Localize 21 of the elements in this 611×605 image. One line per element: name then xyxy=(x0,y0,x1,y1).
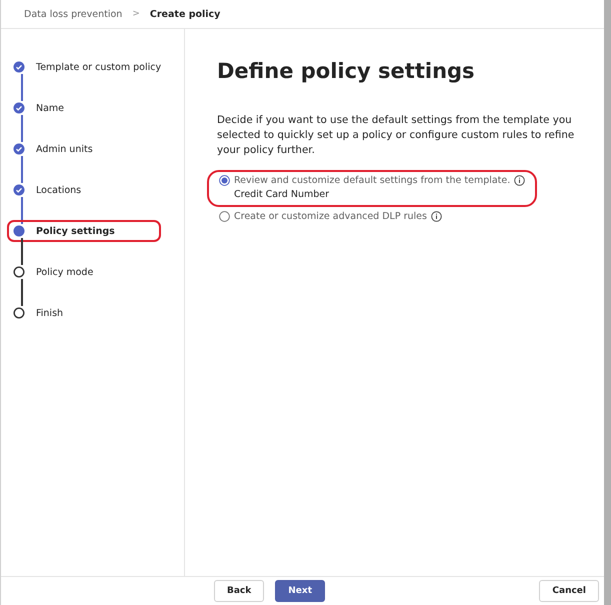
step-label[interactable]: Policy mode xyxy=(36,266,94,278)
option-detail: Credit Card Number xyxy=(234,189,330,200)
page-title: Define policy settings xyxy=(217,59,476,83)
description-text: Decide if you want to use the default settings from the template you selected to quickly set up a policy or configure custom rules to refine your policy further. xyxy=(217,113,576,158)
back-button[interactable]: Back xyxy=(214,580,264,602)
breadcrumb-separator: > xyxy=(132,9,140,19)
step-label[interactable]: Locations xyxy=(36,184,82,196)
cancel-button[interactable]: Cancel xyxy=(539,580,599,602)
step-label[interactable]: Template or custom policy xyxy=(36,62,162,72)
step-label[interactable]: Admin units xyxy=(36,144,93,154)
step-label[interactable]: Name xyxy=(36,102,64,114)
info-icon[interactable] xyxy=(430,211,442,222)
breadcrumb-link[interactable]: Create policy xyxy=(150,8,220,20)
step-label[interactable]: Finish xyxy=(36,308,64,318)
info-icon[interactable] xyxy=(514,175,526,186)
option-label[interactable]: Create or customize advanced DLP rules xyxy=(234,211,427,222)
next-button[interactable]: Next xyxy=(275,580,326,602)
option-label[interactable]: Review and customize default settings from the template. xyxy=(234,175,510,186)
radio-button[interactable] xyxy=(219,211,230,222)
radio-button[interactable] xyxy=(219,175,230,186)
breadcrumb-link[interactable]: Data loss prevention xyxy=(24,8,122,20)
